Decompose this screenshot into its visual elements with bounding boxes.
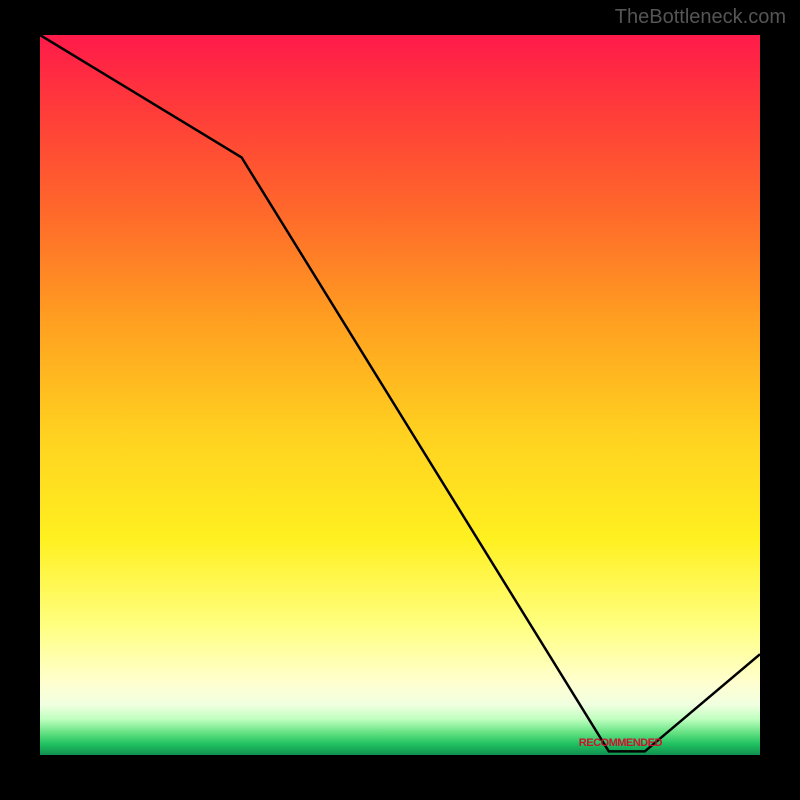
watermark-text: TheBottleneck.com (615, 6, 786, 29)
chart-line-svg (40, 35, 760, 755)
chart-plot-area: RECOMMENDED (40, 35, 760, 755)
chart-line-path (40, 35, 760, 751)
recommended-label: RECOMMENDED (579, 737, 662, 749)
